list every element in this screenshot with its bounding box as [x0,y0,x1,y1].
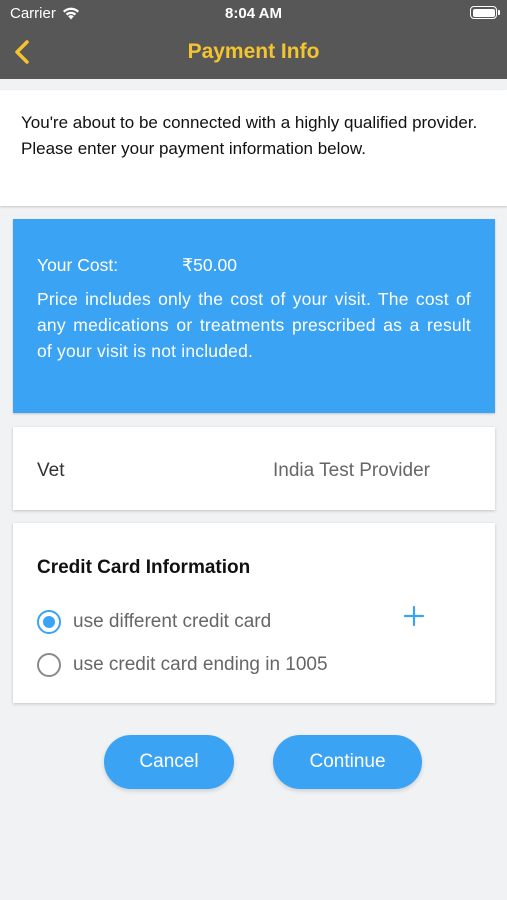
intro-message: You're about to be connected with a high… [0,90,507,206]
vet-label: Vet [37,460,65,481]
cancel-button[interactable]: Cancel [104,735,234,789]
page-title: Payment Info [187,40,320,63]
credit-card-title: Credit Card Information [37,557,251,578]
cost-note: Price includes only the cost of your vis… [37,289,471,361]
battery-icon [470,6,500,19]
continue-button[interactable]: Continue [273,735,422,789]
option-card-ending[interactable]: use credit card ending in 1005 [37,653,328,677]
credit-card-section: Credit Card Information use different cr… [13,523,495,703]
cost-amount: ₹50.00 [182,255,237,275]
cost-label: Your Cost: [37,255,119,275]
radio-card-ending[interactable] [37,653,61,677]
plus-icon [403,605,425,627]
vet-provider-name: India Test Provider [272,460,430,481]
cost-card: Your Cost: ₹50.00 Price includes only th… [13,219,495,413]
option-label: use different credit card [73,611,272,632]
status-bar: Carrier 8:04 AM [0,0,507,26]
vet-card: Vet India Test Provider [13,427,495,510]
navigation-bar: Payment Info [0,26,507,79]
status-time: 8:04 AM [225,5,282,22]
option-label: use credit card ending in 1005 [73,654,328,675]
radio-different-card[interactable] [37,610,61,634]
cost-row: Your Cost: ₹50.00 [37,252,471,278]
add-card-button[interactable] [401,603,427,633]
option-different-card[interactable]: use different credit card [37,610,271,634]
